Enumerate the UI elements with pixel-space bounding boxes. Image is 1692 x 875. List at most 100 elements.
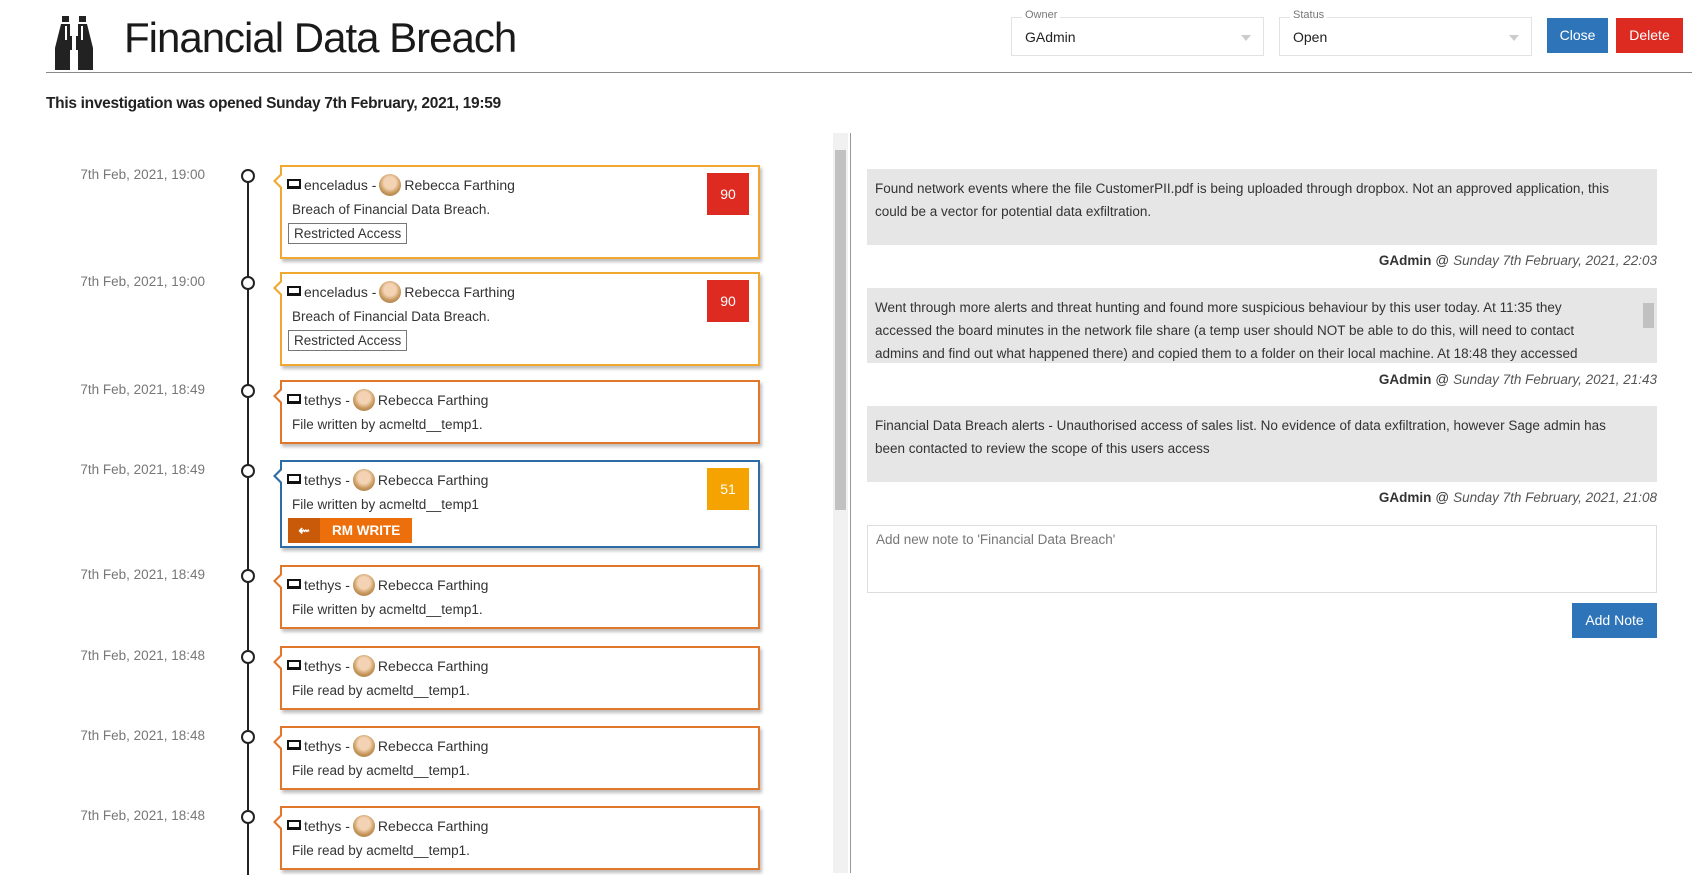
note-date: Sunday 7th February, 2021, 21:08 [1453, 490, 1657, 505]
opened-text: This investigation was opened Sunday 7th… [46, 95, 501, 112]
timeline-node [241, 384, 255, 398]
note-date: Sunday 7th February, 2021, 21:43 [1453, 372, 1657, 387]
event-user[interactable]: Rebecca Farthing [404, 284, 515, 300]
timeline-node [241, 569, 255, 583]
note-meta: GAdmin @ Sunday 7th February, 2021, 21:43 [1379, 372, 1657, 387]
monitor-icon [287, 394, 301, 404]
separator: - [341, 577, 350, 593]
close-button[interactable]: Close [1547, 18, 1608, 53]
event-card[interactable]: tethys - Rebecca Farthing File read by acm… [273, 646, 760, 710]
timeline-node [241, 730, 255, 744]
event-description: File read by acmeltd__temp1. [292, 843, 470, 858]
event-header: enceladus - Rebecca Farthing [287, 174, 515, 196]
separator: - [341, 738, 350, 754]
event-date: 7th Feb, 2021, 18:49 [80, 382, 205, 397]
separator: - [367, 177, 377, 193]
monitor-icon [287, 820, 301, 830]
event-description: Breach of Financial Data Breach. [292, 202, 491, 217]
event-card[interactable]: tethys - Rebecca Farthing File written by … [273, 460, 760, 548]
event-card[interactable]: enceladus - Rebecca Farthing Breach of Fin… [273, 272, 760, 366]
risk-score-badge: 51 [707, 468, 749, 510]
event-host[interactable]: tethys [304, 738, 341, 754]
avatar [352, 735, 375, 757]
note-meta: GAdmin @ Sunday 7th February, 2021, 21:08 [1379, 490, 1657, 505]
event-date: 7th Feb, 2021, 19:00 [80, 274, 205, 289]
owner-select[interactable]: Owner GAdmin [1011, 9, 1264, 56]
event-description: File written by acmeltd__temp1. [292, 602, 483, 617]
timeline-scrollbar-thumb[interactable] [835, 150, 846, 510]
avatar [379, 281, 402, 303]
note-author: GAdmin [1378, 490, 1432, 505]
status-select[interactable]: Status Open [1279, 9, 1532, 56]
status-value: Open [1293, 29, 1328, 45]
event-user[interactable]: Rebecca Farthing [378, 392, 489, 408]
event-user[interactable]: Rebecca Farthing [378, 658, 489, 674]
separator: - [341, 392, 350, 408]
at-sign: @ [1435, 253, 1450, 268]
action-label: RM WRITE [320, 518, 413, 543]
event-date: 7th Feb, 2021, 19:00 [80, 167, 205, 182]
event-header: enceladus - Rebecca Farthing [287, 281, 515, 303]
at-sign: @ [1435, 490, 1450, 505]
event-host[interactable]: enceladus [304, 177, 368, 193]
avatar [352, 655, 375, 677]
delete-button[interactable]: Delete [1616, 18, 1683, 53]
event-host[interactable]: tethys [304, 577, 341, 593]
header-divider [46, 72, 1692, 73]
usb-icon: ⇜ [288, 518, 320, 543]
event-host[interactable]: enceladus [304, 284, 368, 300]
avatar [352, 389, 375, 411]
chevron-down-icon [1241, 35, 1251, 41]
event-tag[interactable]: Restricted Access [288, 223, 408, 244]
note-text: Went through more alerts and threat hunt… [867, 288, 1657, 363]
separator: - [341, 658, 350, 674]
timeline-node [241, 650, 255, 664]
event-card[interactable]: tethys - Rebecca Farthing File written by … [273, 565, 760, 629]
event-host[interactable]: tethys [304, 818, 341, 834]
event-description: File read by acmeltd__temp1. [292, 763, 470, 778]
new-note-input[interactable]: Add new note to 'Financial Data Breach' [867, 525, 1657, 593]
event-card[interactable]: tethys - Rebecca Farthing File written by … [273, 380, 760, 444]
event-user[interactable]: Rebecca Farthing [378, 818, 489, 834]
event-description: Breach of Financial Data Breach. [292, 309, 491, 324]
avatar [352, 815, 375, 837]
risk-score-badge: 90 [707, 173, 749, 215]
note-scrollbar-thumb[interactable] [1643, 303, 1654, 328]
owner-label: Owner [1022, 9, 1061, 21]
monitor-icon [287, 660, 301, 670]
event-card[interactable]: tethys - Rebecca Farthing File read by acm… [273, 726, 760, 790]
note-meta: GAdmin @ Sunday 7th February, 2021, 22:03 [1379, 253, 1657, 268]
event-host[interactable]: tethys [304, 472, 341, 488]
chevron-down-icon [1509, 35, 1519, 41]
event-date: 7th Feb, 2021, 18:49 [80, 462, 205, 477]
status-label: Status [1290, 9, 1328, 21]
event-header: tethys - Rebecca Farthing [287, 735, 488, 757]
monitor-icon [287, 740, 301, 750]
event-header: tethys - Rebecca Farthing [287, 469, 488, 491]
note-author: GAdmin [1378, 253, 1432, 268]
note-text: Financial Data Breach alerts - Unauthori… [867, 406, 1657, 482]
panel-divider [850, 133, 851, 873]
note-text: Found network events where the file Cust… [867, 169, 1657, 245]
event-card[interactable]: enceladus - Rebecca Farthing Breach of Fin… [273, 165, 760, 259]
event-description: File read by acmeltd__temp1. [292, 683, 470, 698]
owner-value: GAdmin [1025, 29, 1076, 45]
event-user[interactable]: Rebecca Farthing [378, 577, 489, 593]
event-tag[interactable]: Restricted Access [288, 330, 408, 351]
avatar [352, 469, 375, 491]
event-date: 7th Feb, 2021, 18:48 [80, 648, 205, 663]
event-user[interactable]: Rebecca Farthing [404, 177, 515, 193]
event-user[interactable]: Rebecca Farthing [378, 472, 489, 488]
event-host[interactable]: tethys [304, 392, 341, 408]
event-user[interactable]: Rebecca Farthing [378, 738, 489, 754]
timeline-node [241, 810, 255, 824]
event-card[interactable]: tethys - Rebecca Farthing File read by acm… [273, 806, 760, 870]
event-header: tethys - Rebecca Farthing [287, 815, 488, 837]
event-header: tethys - Rebecca Farthing [287, 655, 488, 677]
avatar [379, 174, 402, 196]
timeline-node [241, 169, 255, 183]
event-host[interactable]: tethys [304, 658, 341, 674]
event-description: File written by acmeltd__temp1 [292, 497, 479, 512]
add-note-button[interactable]: Add Note [1572, 603, 1657, 638]
note-date: Sunday 7th February, 2021, 22:03 [1453, 253, 1657, 268]
